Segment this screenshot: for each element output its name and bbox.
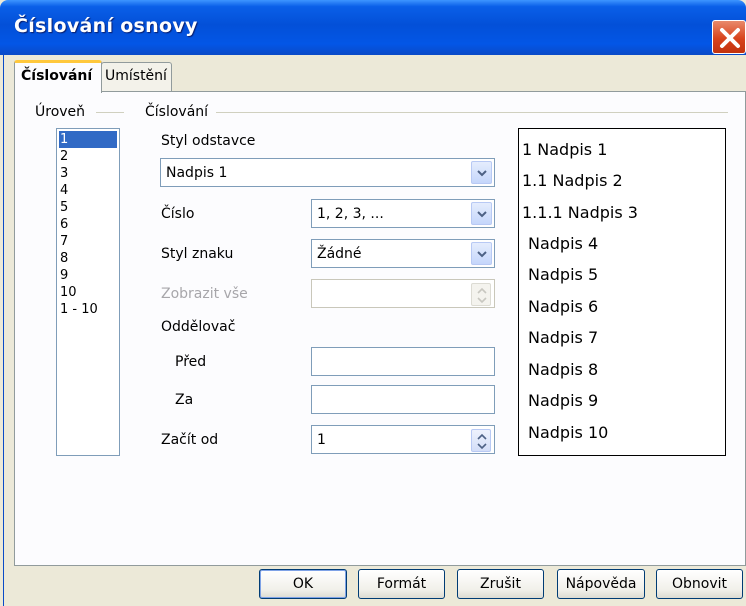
spin-button [471,283,491,306]
preview-line: Nadpis 8 [528,360,599,379]
preview-line: 1.1.1 Nadpis 3 [522,203,638,222]
show-all-spinner [311,279,495,308]
paragraph-style-select[interactable]: Nadpis 1 [160,158,495,187]
tab-label: Umístění [105,68,167,84]
preview-line: Nadpis 4 [528,234,599,253]
preview-line: Nadpis 10 [528,423,609,442]
format-button[interactable]: Formát [358,569,445,599]
chevron-down-icon [477,170,487,177]
preview-line: Nadpis 9 [528,391,599,410]
numbering-preview: 1 Nadpis 1 1.1 Nadpis 2 1.1.1 Nadpis 3 N… [518,128,726,456]
after-label: Za [175,392,194,408]
spin-arrows-icon [477,287,487,304]
list-item[interactable]: 3 [59,165,117,182]
after-input[interactable] [311,385,495,414]
preview-line: 1.1 Nadpis 2 [522,171,623,190]
number-label: Číslo [161,206,195,222]
numbering-section-label: Číslování [145,104,209,120]
numbering-section-divider [216,112,728,113]
list-item[interactable]: 9 [59,267,117,284]
preview-line: Nadpis 5 [528,265,599,284]
paragraph-style-label: Styl odstavce [161,133,256,149]
dropdown-button[interactable] [471,161,492,184]
start-at-value: 1 [317,432,326,448]
char-style-label: Styl znaku [161,246,234,262]
close-icon [720,28,740,48]
list-item[interactable]: 4 [59,182,117,199]
level-list[interactable]: 1 2 3 4 5 6 7 8 9 10 1 - 10 [56,128,120,456]
chevron-down-icon [477,251,487,258]
list-item[interactable]: 2 [59,148,117,165]
number-value: 1, 2, 3, ... [317,206,384,222]
char-style-select[interactable]: Žádné [311,239,495,268]
list-item[interactable]: 1 [59,131,117,148]
separator-label: Oddělovač [161,319,236,335]
window-title: Číslování osnovy [14,15,198,37]
paragraph-style-value: Nadpis 1 [166,165,228,181]
chevron-down-icon [477,211,487,218]
preview-line: Nadpis 7 [528,328,599,347]
tab-umisteni[interactable]: Umístění [101,62,172,92]
tab-label: Číslování [21,68,93,84]
reset-button[interactable]: Obnovit [656,569,743,599]
list-item[interactable]: 1 - 10 [59,301,117,318]
spin-arrows-icon [477,433,487,450]
cancel-button[interactable]: Zrušit [457,569,544,599]
number-select[interactable]: 1, 2, 3, ... [311,199,495,228]
title-bar[interactable]: Číslování osnovy [0,0,746,55]
tab-cislovani[interactable]: Číslování [14,60,102,93]
help-button[interactable]: Nápověda [557,569,645,599]
list-item[interactable]: 10 [59,284,117,301]
start-at-label: Začít od [161,432,219,448]
list-item[interactable]: 5 [59,199,117,216]
preview-line: 1 Nadpis 1 [522,140,608,159]
dropdown-button[interactable] [471,202,492,225]
start-at-spinner[interactable]: 1 [311,425,495,454]
list-item[interactable]: 7 [59,233,117,250]
list-item[interactable]: 8 [59,250,117,267]
ok-button[interactable]: OK [259,569,347,599]
list-item[interactable]: 6 [59,216,117,233]
spin-button[interactable] [471,429,491,452]
before-label: Před [175,354,207,370]
show-all-label: Zobrazit vše [161,286,248,302]
level-section-divider [96,112,124,113]
close-button[interactable] [712,20,746,54]
before-input[interactable] [311,347,495,376]
level-section-label: Úroveň [35,104,86,120]
char-style-value: Žádné [317,246,362,262]
dropdown-button[interactable] [471,242,492,265]
preview-line: Nadpis 6 [528,297,599,316]
